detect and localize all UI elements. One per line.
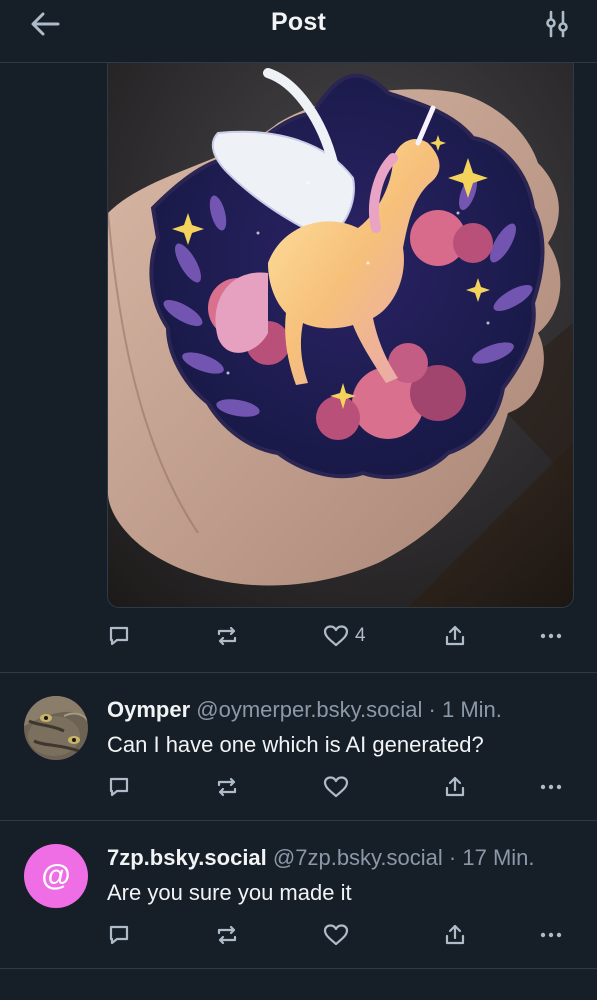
unicorn-sticker-photo <box>108 63 573 607</box>
ellipsis-icon <box>540 784 562 790</box>
more-options-button[interactable] <box>539 771 563 803</box>
repost-button[interactable] <box>215 620 239 652</box>
repost-icon <box>217 626 237 646</box>
handle[interactable]: @oymerper.bsky.social <box>196 697 422 722</box>
reply-button[interactable] <box>107 771 131 803</box>
post-action-bar: 4 <box>107 620 572 652</box>
heart-icon <box>323 924 349 946</box>
repost-button[interactable] <box>215 919 239 951</box>
reply-button[interactable] <box>107 620 131 652</box>
avatar[interactable]: @ <box>24 844 88 908</box>
repost-icon <box>217 925 237 945</box>
handle[interactable]: @7zp.bsky.social <box>273 845 443 870</box>
repost-icon <box>217 777 237 797</box>
reply-item[interactable]: @ 7zp.bsky.social @7zp.bsky.social · 17 … <box>0 821 597 968</box>
timestamp: · 17 Min. <box>448 845 535 870</box>
reply-action-bar <box>107 919 572 951</box>
heart-icon <box>323 625 349 647</box>
like-button[interactable]: 4 <box>323 620 366 652</box>
cat-photo-avatar <box>24 696 88 760</box>
timestamp: · 1 Min. <box>428 697 502 722</box>
reply-item[interactable]: Oymper @oymerper.bsky.social · 1 Min. Ca… <box>0 673 597 820</box>
ellipsis-icon <box>540 633 562 639</box>
reply-button[interactable] <box>107 919 131 951</box>
like-button[interactable] <box>323 919 349 951</box>
share-button[interactable] <box>443 620 467 652</box>
avatar[interactable] <box>24 696 88 760</box>
ellipsis-icon <box>540 932 562 938</box>
share-icon <box>445 625 465 646</box>
display-name[interactable]: Oymper <box>107 697 190 722</box>
display-name[interactable]: 7zp.bsky.social <box>107 845 267 870</box>
share-button[interactable] <box>443 771 467 803</box>
at-symbol-icon: @ <box>41 859 71 892</box>
filter-button[interactable] <box>543 10 571 38</box>
repost-button[interactable] <box>215 771 239 803</box>
comment-icon <box>109 925 129 945</box>
sliders-icon <box>546 10 568 38</box>
page-title: Post <box>271 8 326 36</box>
reply-action-bar <box>107 771 572 803</box>
like-button[interactable] <box>323 771 349 803</box>
comment-icon <box>109 626 129 646</box>
more-options-button[interactable] <box>539 620 563 652</box>
top-bar: Post <box>0 0 597 63</box>
reply-text: Are you sure you made it <box>107 880 352 905</box>
comment-icon <box>109 777 129 797</box>
reply-meta: 7zp.bsky.social @7zp.bsky.social · 17 Mi… <box>107 845 535 871</box>
share-icon <box>445 924 465 945</box>
divider <box>0 968 597 969</box>
like-count: 4 <box>355 625 366 646</box>
reply-text: Can I have one which is AI generated? <box>107 732 484 757</box>
share-button[interactable] <box>443 919 467 951</box>
reply-meta: Oymper @oymerper.bsky.social · 1 Min. <box>107 697 502 723</box>
share-icon <box>445 776 465 797</box>
more-options-button[interactable] <box>539 919 563 951</box>
post-image[interactable] <box>107 63 574 608</box>
heart-icon <box>323 776 349 798</box>
